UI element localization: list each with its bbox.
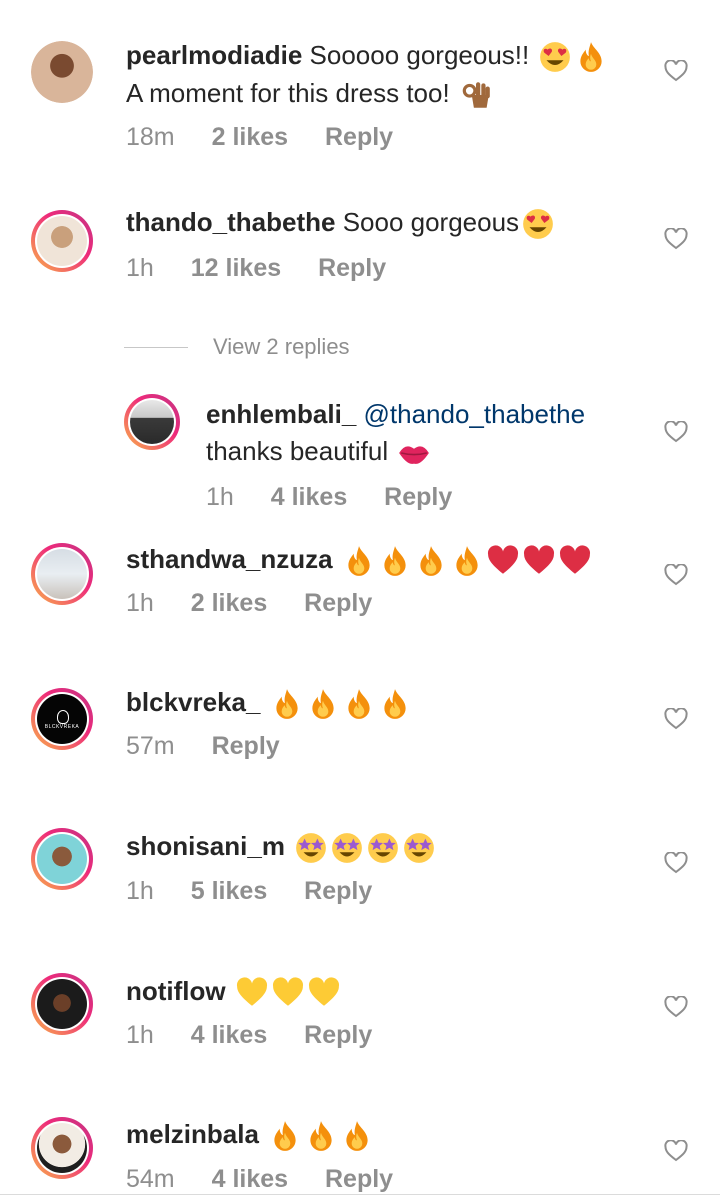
ok-hand-emoji-icon — [459, 78, 493, 112]
divider — [0, 1194, 720, 1195]
yellow-heart-emoji-icon — [235, 976, 269, 1010]
yellow-heart-emoji-icon — [271, 976, 305, 1010]
fire-emoji-icon — [414, 544, 448, 578]
avatar[interactable] — [31, 973, 93, 1035]
reply-button[interactable]: Reply — [304, 877, 372, 905]
fire-emoji-icon — [306, 687, 340, 721]
reply-button[interactable]: Reply — [325, 123, 393, 151]
comment-likes[interactable]: 5 likes — [191, 877, 267, 905]
avatar[interactable] — [31, 543, 93, 605]
lips-emoji-icon — [397, 436, 431, 470]
fire-emoji-icon — [378, 544, 412, 578]
comment-melzinbala: melzinbala 54m 4 likes Reply — [0, 1098, 720, 1200]
heart-outline-icon[interactable] — [664, 708, 688, 730]
fire-emoji-icon — [268, 1119, 302, 1153]
fire-emoji-icon — [304, 1119, 338, 1153]
comment-username[interactable]: notiflow — [126, 976, 226, 1006]
fire-emoji-icon — [574, 40, 608, 74]
reply-button[interactable]: Reply — [304, 589, 372, 617]
comment-username[interactable]: sthandwa_nzuza — [126, 544, 333, 574]
heart-outline-icon[interactable] — [664, 564, 688, 586]
red-heart-emoji-icon — [558, 544, 592, 578]
comment-time: 54m — [126, 1165, 175, 1193]
avatar-logo-text: BLCKVREKA — [44, 724, 80, 730]
reply-likes[interactable]: 4 likes — [271, 483, 347, 511]
avatar[interactable] — [31, 41, 93, 103]
heart-outline-icon[interactable] — [664, 852, 688, 874]
reply-button[interactable]: Reply — [304, 1021, 372, 1049]
comment-sthandwa_nzuza: sthandwa_nzuza 1h 2 likes Reply — [0, 530, 720, 670]
comment-likes[interactable]: 2 likes — [212, 123, 288, 151]
yellow-heart-emoji-icon — [307, 976, 341, 1010]
heart-outline-icon[interactable] — [664, 421, 688, 443]
divider — [124, 347, 188, 348]
comment-shonisani_m: shonisani_m 1h 5 likes Reply — [0, 810, 720, 954]
heart-eyes-emoji-icon — [538, 40, 572, 74]
fire-emoji-icon — [270, 687, 304, 721]
avatar[interactable] — [31, 210, 93, 272]
fire-emoji-icon — [342, 544, 376, 578]
comment-notiflow: notiflow 1h 4 likes Reply — [0, 954, 720, 1098]
reply-text: thanks beautiful — [206, 436, 389, 466]
comment-time: 1h — [126, 877, 154, 905]
comment-time: 57m — [126, 732, 175, 760]
comment-likes[interactable]: 4 likes — [191, 1021, 267, 1049]
comment-username[interactable]: melzinbala — [126, 1119, 259, 1149]
heart-outline-icon[interactable] — [664, 1140, 688, 1162]
reply-button[interactable]: Reply — [325, 1165, 393, 1193]
reply-button[interactable]: Reply — [384, 483, 452, 511]
comment-likes[interactable]: 12 likes — [191, 254, 281, 282]
avatar[interactable]: BLCKVREKA — [31, 688, 93, 750]
heart-outline-icon[interactable] — [664, 60, 688, 82]
comment-username[interactable]: blckvreka_ — [126, 687, 260, 717]
fire-emoji-icon — [450, 544, 484, 578]
mention-link[interactable]: @thando_thabethe — [364, 399, 586, 429]
fire-emoji-icon — [340, 1119, 374, 1153]
fire-emoji-icon — [342, 687, 376, 721]
red-heart-emoji-icon — [522, 544, 556, 578]
reply-button[interactable]: Reply — [318, 254, 386, 282]
heart-outline-icon[interactable] — [664, 996, 688, 1018]
comment-likes[interactable]: 4 likes — [212, 1165, 288, 1193]
comment-username[interactable]: shonisani_m — [126, 831, 285, 861]
reply-username[interactable]: enhlembali_ — [206, 399, 356, 429]
star-struck-emoji-icon — [330, 831, 364, 865]
red-heart-emoji-icon — [486, 544, 520, 578]
comment-likes[interactable]: 2 likes — [191, 589, 267, 617]
comment-pearlmodiadie: pearlmodiadie Sooooo gorgeous!! A moment… — [0, 0, 720, 170]
comment-time: 1h — [126, 589, 154, 617]
reply-time: 1h — [206, 483, 234, 511]
comment-thando_thabethe: thando_thabethe Sooo gorgeous 1h 12 like… — [0, 170, 720, 320]
avatar[interactable] — [124, 394, 180, 450]
comment-text-line2: A moment for this dress too! — [126, 78, 450, 108]
comment-time: 1h — [126, 1021, 154, 1049]
comment-blckvreka_: BLCKVREKA blckvreka_ 57m Reply — [0, 670, 720, 810]
star-struck-emoji-icon — [294, 831, 328, 865]
comment-username[interactable]: pearlmodiadie — [126, 40, 302, 70]
heart-outline-icon[interactable] — [664, 228, 688, 250]
reply-button[interactable]: Reply — [212, 732, 280, 760]
star-struck-emoji-icon — [402, 831, 436, 865]
avatar[interactable] — [31, 828, 93, 890]
fire-emoji-icon — [378, 687, 412, 721]
view-replies-label: View 2 replies — [213, 334, 350, 359]
avatar[interactable] — [31, 1117, 93, 1179]
comment-username[interactable]: thando_thabethe — [126, 207, 335, 237]
reply-enhlembali_: enhlembali_ @thando_thabethe thanks beau… — [0, 390, 720, 530]
star-struck-emoji-icon — [366, 831, 400, 865]
heart-eyes-emoji-icon — [521, 207, 555, 241]
comment-time: 1h — [126, 254, 154, 282]
comment-text: Sooooo gorgeous!! — [309, 40, 530, 70]
comment-text: Sooo gorgeous — [342, 207, 520, 237]
comment-time: 18m — [126, 123, 175, 151]
view-replies-button[interactable]: View 2 replies — [0, 330, 720, 364]
